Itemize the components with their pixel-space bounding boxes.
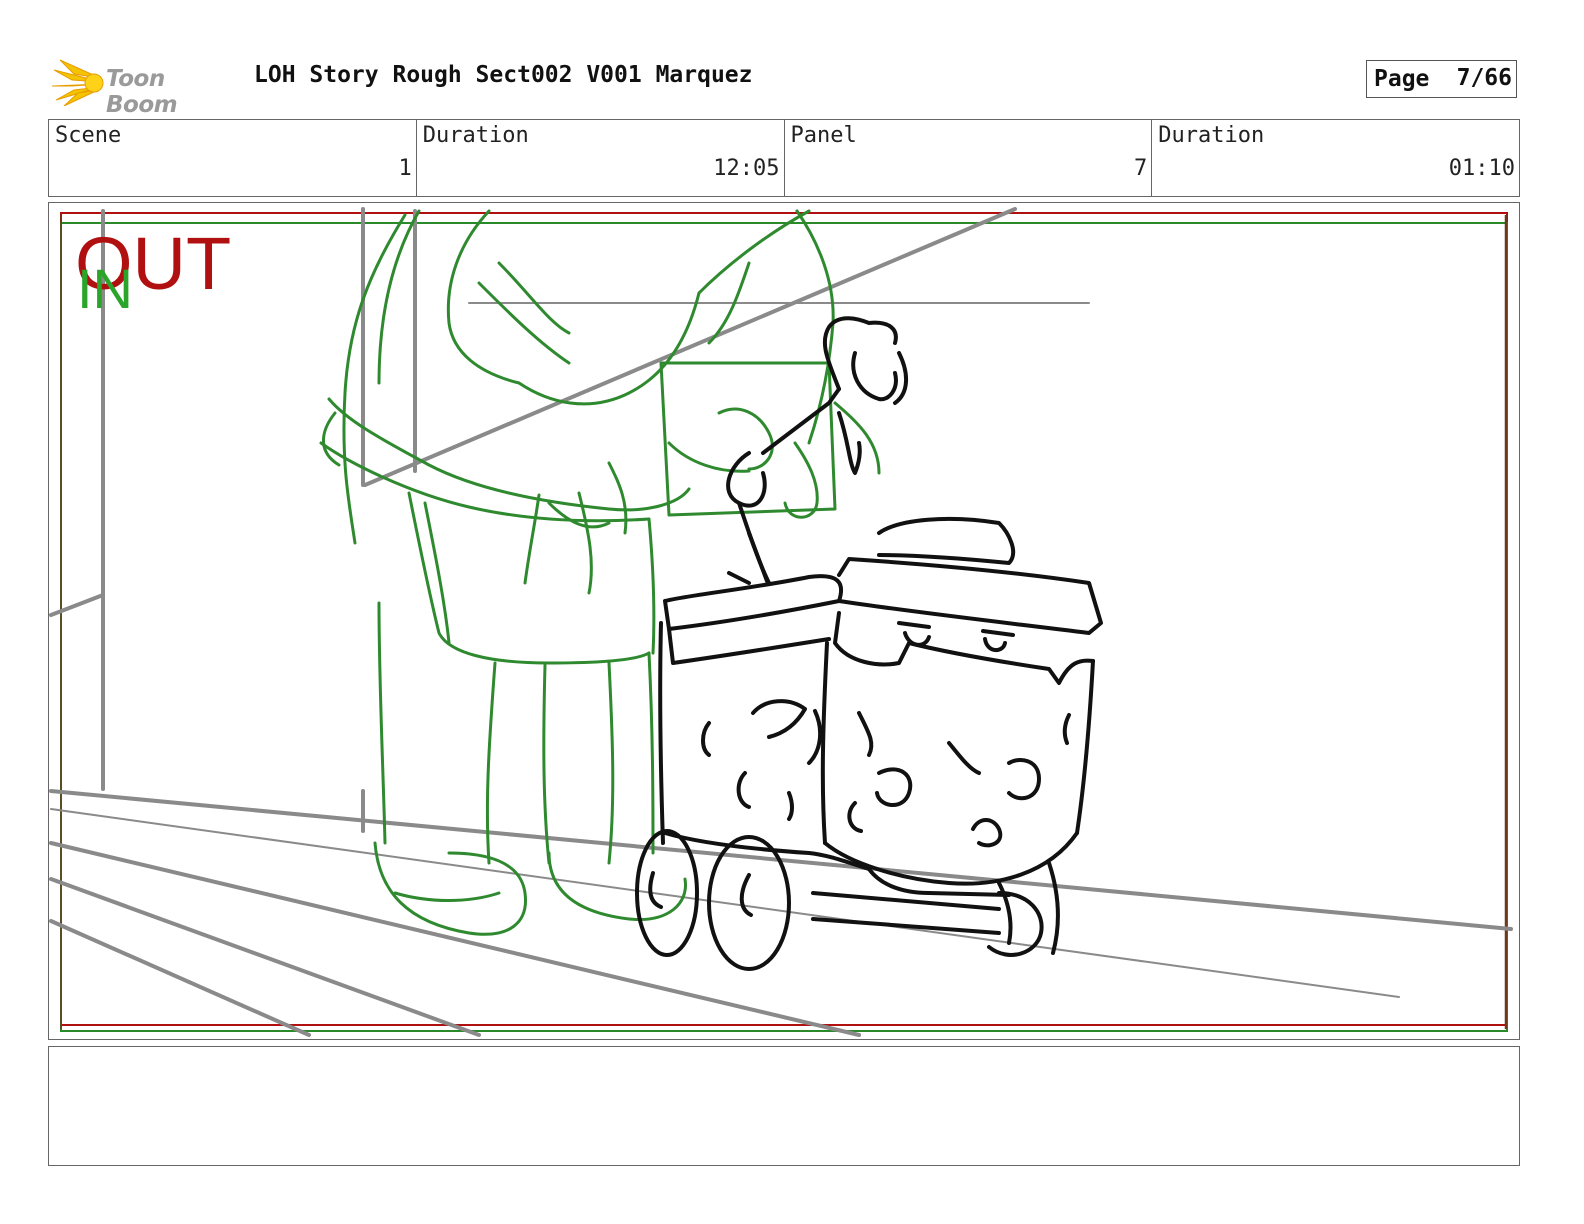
cart-robot-sketch <box>635 316 1103 971</box>
panel-duration-cell: Duration 01:10 <box>1152 120 1519 196</box>
panel-notes-box[interactable] <box>48 1046 1520 1166</box>
sun-burst-icon <box>51 59 104 106</box>
scene-cell: Scene 1 <box>49 120 417 196</box>
in-label: IN <box>77 257 133 320</box>
page-label: Page <box>1374 66 1430 92</box>
scene-info-table: Scene 1 Duration 12:05 Panel 7 Duration … <box>48 119 1520 197</box>
scene-duration-cell: Duration 12:05 <box>417 120 785 196</box>
project-title: LOH Story Rough Sect002 V001 Marquez <box>254 62 753 88</box>
storyboard-panel: OUT IN <box>48 202 1520 1040</box>
panel-sketch <box>49 207 1513 1037</box>
toon-boom-logo: Toon Boom <box>50 56 240 118</box>
page-indicator: Page 7/66 <box>1366 60 1517 98</box>
logo-text: Toon Boom <box>106 66 178 118</box>
background-lines <box>49 207 1513 1037</box>
scene-label: Scene <box>55 123 122 148</box>
page-header: Toon Boom LOH Story Rough Sect002 V001 M… <box>48 54 1520 118</box>
panel-value: 7 <box>1134 156 1148 181</box>
scene-value: 1 <box>398 156 412 181</box>
scene-duration-value: 12:05 <box>713 156 780 181</box>
page-number: 7/66 <box>1456 65 1512 91</box>
panel-label: Panel <box>790 123 857 148</box>
scene-duration-label: Duration <box>422 123 529 148</box>
panel-duration-label: Duration <box>1158 123 1265 148</box>
panel-cell: Panel 7 <box>785 120 1153 196</box>
panel-duration-value: 01:10 <box>1448 156 1515 181</box>
